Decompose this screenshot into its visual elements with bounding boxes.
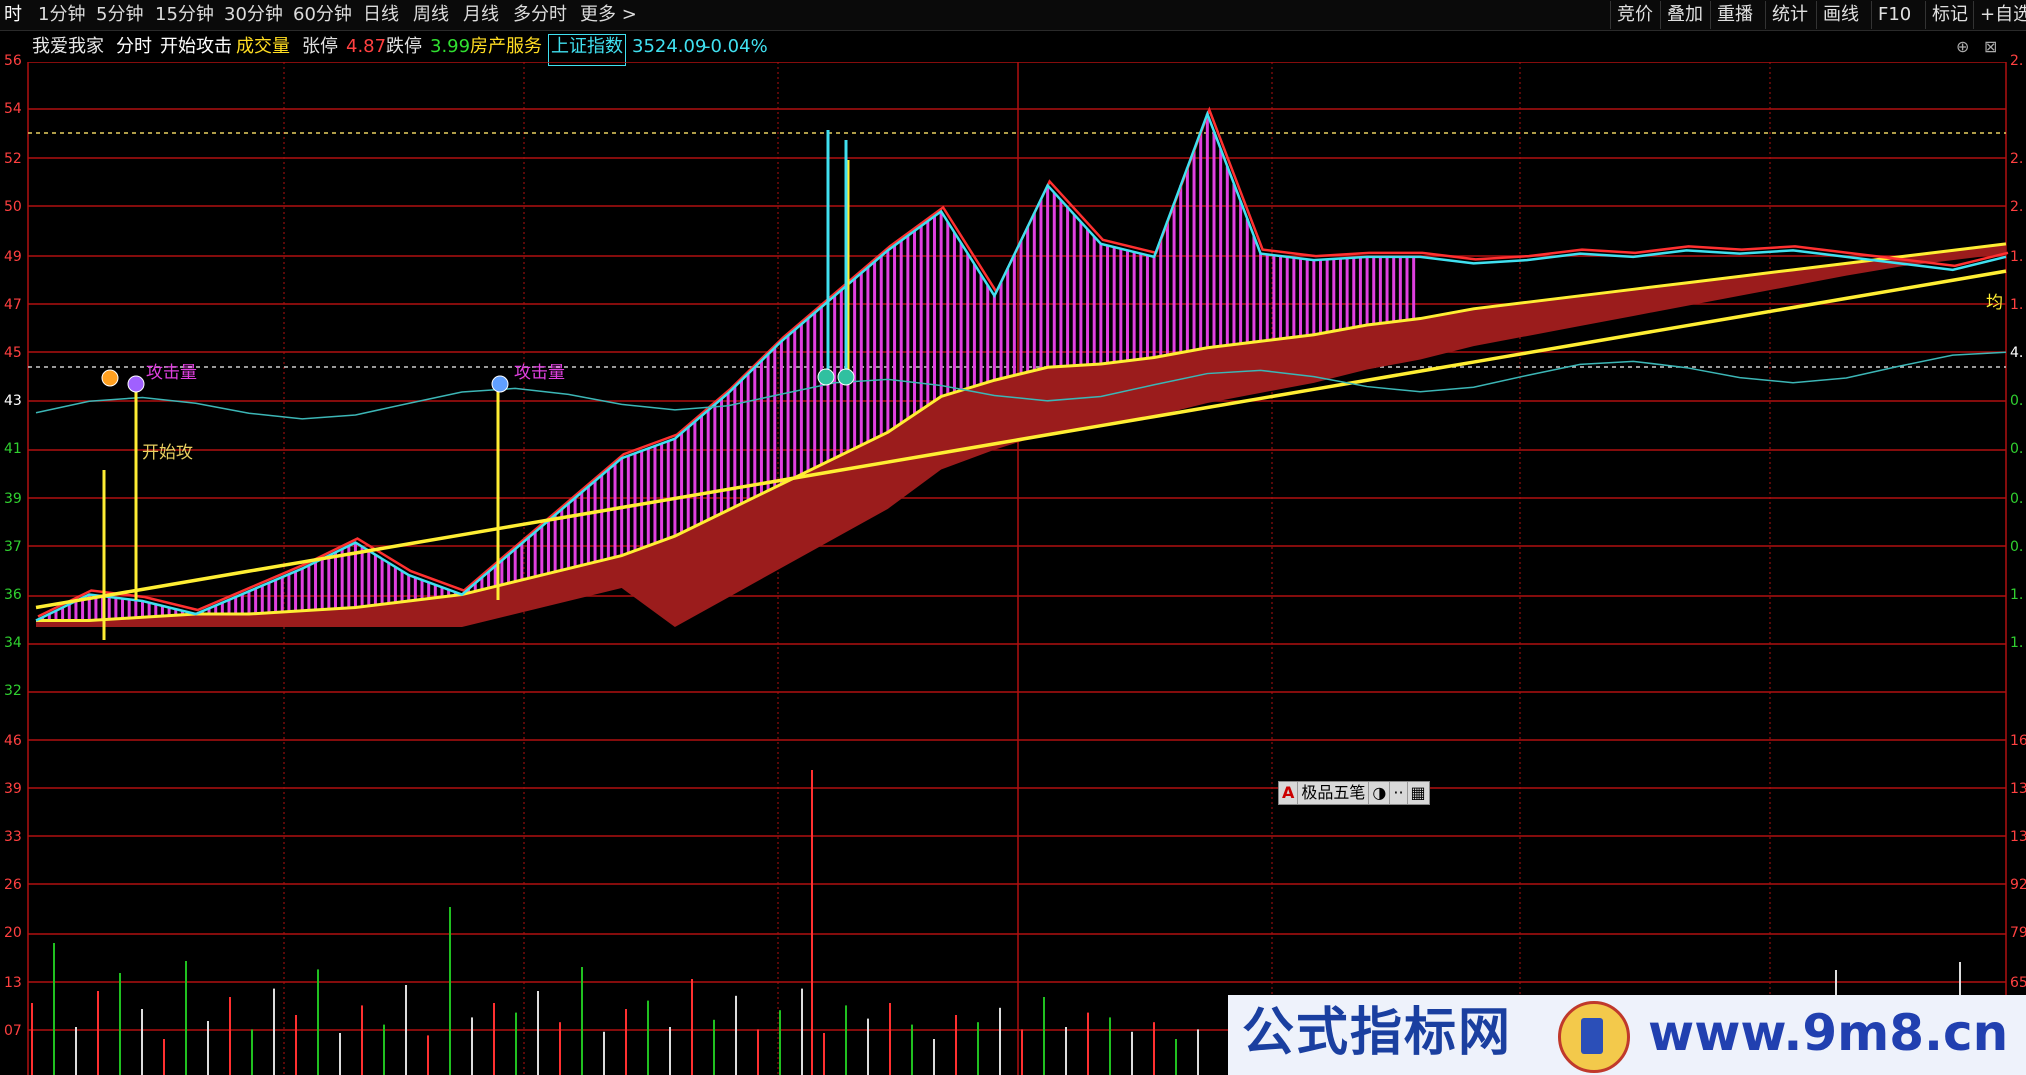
right-volume-label: 13 [2010,781,2026,797]
signal-marker-icon [837,368,855,386]
volume-axis-label: 13 [4,975,22,991]
watermark-banner: 公式指标网 www.9m8.cn [1228,995,2026,1075]
right-axis-label: 2. [2010,199,2024,215]
auction-button[interactable]: 竞价 [1610,1,1659,29]
expand-icon[interactable]: ⊕ [1956,32,1969,62]
stock-name: 我爱我家 [32,36,104,57]
start-attack-label: 开始攻 [142,443,193,463]
chart-grid [27,62,2007,1075]
index-change: -0.04% [704,36,768,57]
attack-volume-label-2: 攻击量 [514,363,565,383]
price-line-red [37,106,2009,618]
ime-name[interactable]: 极品五笔 [1298,782,1370,804]
tab-multi-time[interactable]: 多分时 [513,0,567,30]
add-watchlist-button[interactable]: +自选 [1973,1,2026,29]
ime-moon-icon[interactable]: ◑ [1369,782,1391,804]
right-axis-label: 2. [2010,151,2024,167]
statistics-button[interactable]: 统计 [1765,1,1814,29]
right-axis-label: 0. [2010,441,2024,457]
replay-button[interactable]: 重播 [1710,1,1759,29]
tab-daily[interactable]: 日线 [363,0,399,30]
right-axis-label: 1. [2010,587,2024,603]
price-axis-label: 54 [4,101,22,117]
draw-line-button[interactable]: 画线 [1816,1,1865,29]
limit-up-label: 张停 [302,36,338,57]
index-value: 3524.09 [632,36,707,57]
signal-marker-icon [101,369,119,387]
period-toolbar: 时 1分钟 5分钟 15分钟 30分钟 60分钟 日线 周线 月线 多分时 更多… [0,0,2026,31]
right-axis-label: 0. [2010,539,2024,555]
price-axis-label: 43 [4,393,22,409]
limit-up-value: 4.87 [346,36,387,57]
signal-marker-icon [127,375,145,393]
right-axis-label: 1. [2010,635,2024,651]
right-axis-label: 1. [2010,249,2024,265]
signal-marker-icon [817,368,835,386]
intraday-chart[interactable] [0,62,2026,1075]
right-axis-label: 0. [2010,491,2024,507]
price-axis-label: 47 [4,297,22,313]
coin-logo-icon [1558,1001,1630,1073]
right-volume-label: 92 [2010,877,2026,893]
ime-keyboard-icon[interactable]: ▦ [1408,782,1429,804]
price-axis-label: 39 [4,491,22,507]
tab-15min[interactable]: 15分钟 [155,0,214,30]
chart-mode: 分时 [116,36,152,57]
volume-axis-label: 07 [4,1023,22,1039]
ime-punct-icon[interactable]: ·· [1390,782,1408,804]
price-axis-label: 34 [4,635,22,651]
price-axis-label: 45 [4,345,22,361]
info-bar: 我爱我家 分时 开始攻击 成交量 张停 4.87 跌停 3.99 房产服务 上证… [0,32,1997,66]
indicator-name: 开始攻击 [160,36,232,57]
price-axis-label: 52 [4,151,22,167]
volume-label: 成交量 [236,36,290,57]
tab-60min[interactable]: 60分钟 [293,0,352,30]
tab-more[interactable]: 更多 > [580,0,637,30]
watermark-url: www.9m8.cn [1648,1004,2009,1062]
price-axis-label: 32 [4,683,22,699]
price-axis-label: 50 [4,199,22,215]
price-axis-label: 37 [4,539,22,555]
attack-volume-label-1: 攻击量 [146,363,197,383]
volume-axis-label: 33 [4,829,22,845]
tab-monthly[interactable]: 月线 [463,0,499,30]
tab-30min[interactable]: 30分钟 [224,0,283,30]
price-axis-label: 41 [4,441,22,457]
right-volume-label: 16 [2010,733,2026,749]
price-axis-label: 56 [4,53,22,69]
tab-5min[interactable]: 5分钟 [96,0,143,30]
right-axis-label: 1. [2010,297,2024,313]
tab-time[interactable]: 时 [4,0,22,30]
volume-axis-label: 39 [4,781,22,797]
volume-axis-label: 26 [4,877,22,893]
price-lines [35,106,2009,640]
ime-mode-icon[interactable]: A [1279,782,1299,804]
watermark-title: 公式指标网 [1242,1003,1513,1063]
f10-button[interactable]: F10 [1871,1,1917,29]
right-axis-label: 0. [2010,393,2024,409]
sector-name: 房产服务 [470,36,542,57]
close-icon[interactable]: ⊠ [1984,32,1997,62]
right-axis-label: 4. [2010,345,2024,361]
volume-axis-label: 46 [4,733,22,749]
overlay-button[interactable]: 叠加 [1660,1,1709,29]
price-axis-label: 49 [4,249,22,265]
tab-weekly[interactable]: 周线 [413,0,449,30]
right-volume-label: 13 [2010,829,2026,845]
volume-axis-label: 20 [4,925,22,941]
right-volume-label: 79 [2010,925,2026,941]
limit-down-value: 3.99 [430,36,471,57]
tab-1min[interactable]: 1分钟 [38,0,85,30]
right-volume-label: 65 [2010,975,2026,991]
average-line-label: 均 [1986,293,2003,313]
right-axis-label: 2. [2010,53,2024,69]
mark-button[interactable]: 标记 [1925,1,1974,29]
limit-down-label: 跌停 [386,36,422,57]
signal-marker-icon [491,375,509,393]
ime-toolbar[interactable]: A 极品五笔 ◑ ·· ▦ [1278,781,1430,805]
price-axis-label: 36 [4,587,22,603]
